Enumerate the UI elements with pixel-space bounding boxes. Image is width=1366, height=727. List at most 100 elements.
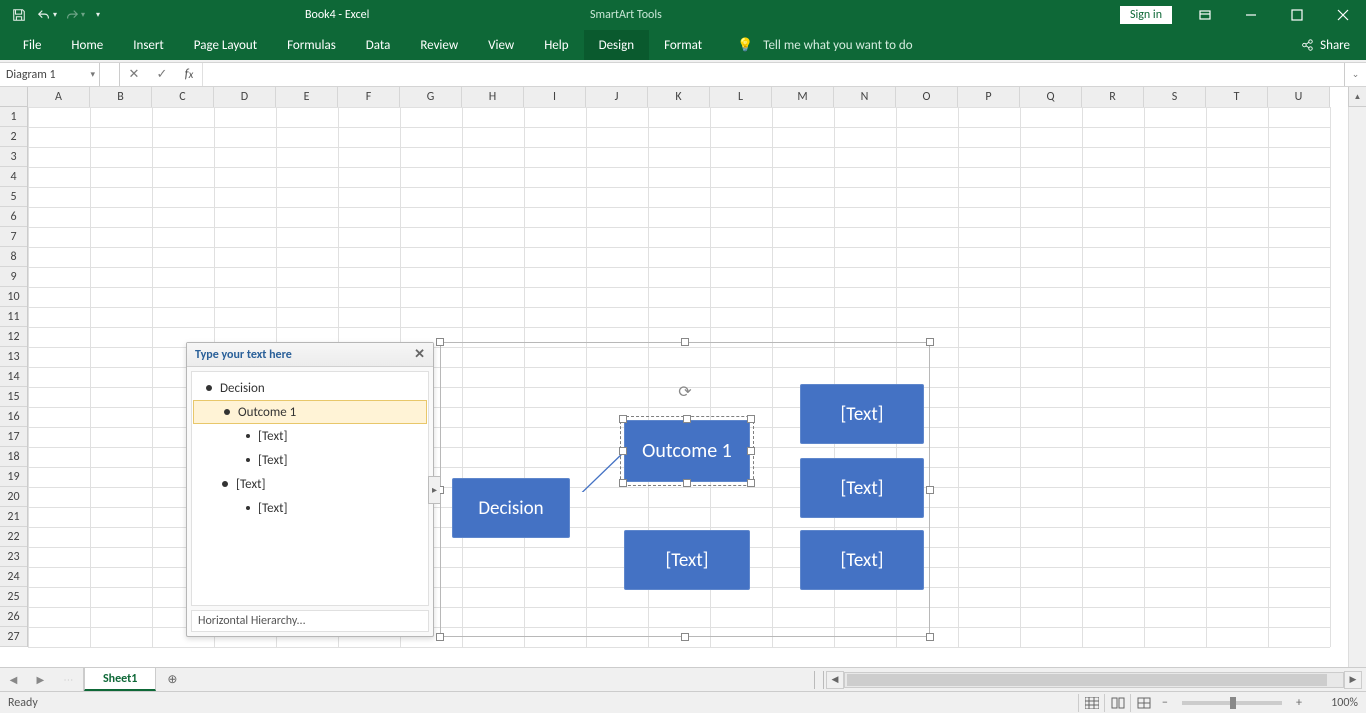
qat-customize-icon[interactable]: ▾ [90,2,106,28]
resize-handle[interactable] [436,633,444,641]
text-pane-item[interactable]: Decision [192,376,428,400]
undo-icon[interactable]: ▾ [34,2,60,28]
scroll-thumb[interactable] [847,674,1327,686]
column-header[interactable]: M [772,87,834,107]
row-header[interactable]: 10 [0,287,27,307]
text-pane-item[interactable]: Outcome 1 [193,400,427,424]
column-header[interactable]: G [400,87,462,107]
minimize-icon[interactable] [1228,0,1274,30]
close-icon[interactable] [1320,0,1366,30]
zoom-out-button[interactable]: − [1156,696,1174,710]
share-button[interactable]: Share [1300,30,1350,60]
text-pane-list[interactable]: DecisionOutcome 1[Text][Text][Text][Text… [191,371,429,606]
column-header[interactable]: A [28,87,90,107]
row-header[interactable]: 19 [0,467,27,487]
resize-handle[interactable] [926,486,934,494]
row-header[interactable]: 8 [0,247,27,267]
row-header[interactable]: 14 [0,367,27,387]
row-header[interactable]: 26 [0,607,27,627]
row-header[interactable]: 1 [0,107,27,127]
column-header[interactable]: R [1082,87,1144,107]
resize-handle[interactable] [681,633,689,641]
row-header[interactable]: 11 [0,307,27,327]
zoom-in-button[interactable]: + [1290,696,1308,710]
redo-icon[interactable]: ▾ [62,2,88,28]
resize-handle[interactable] [926,633,934,641]
new-sheet-button[interactable]: ⊕ [156,668,188,691]
text-pane-item[interactable]: [Text] [192,424,428,448]
row-header[interactable]: 5 [0,187,27,207]
scroll-right-icon[interactable]: ▶ [1344,671,1362,689]
column-header[interactable]: F [338,87,400,107]
row-header[interactable]: 6 [0,207,27,227]
node-handle[interactable] [747,415,755,423]
column-header[interactable]: S [1144,87,1206,107]
tab-data[interactable]: Data [351,30,406,60]
row-header[interactable]: 17 [0,427,27,447]
node-child-2[interactable]: [Text] [624,530,750,590]
tab-insert[interactable]: Insert [118,30,179,60]
tab-page-layout[interactable]: Page Layout [179,30,272,60]
node-outcome-1[interactable]: Outcome 1 [624,420,750,482]
column-header[interactable]: C [152,87,214,107]
vertical-scrollbar[interactable] [1348,107,1366,667]
column-header[interactable]: J [586,87,648,107]
column-header[interactable]: N [834,87,896,107]
node-handle[interactable] [747,447,755,455]
resize-handle[interactable] [926,338,934,346]
node-grandchild-3[interactable]: [Text] [800,530,924,590]
column-header[interactable]: L [710,87,772,107]
column-header[interactable]: P [958,87,1020,107]
node-handle[interactable] [683,415,691,423]
sheet-nav-buttons[interactable]: ◀▶⋯ [0,668,84,691]
row-header[interactable]: 13 [0,347,27,367]
tab-formulas[interactable]: Formulas [272,30,351,60]
text-pane-toggle-icon[interactable]: ▸ [428,476,440,504]
row-header[interactable]: 23 [0,547,27,567]
column-header[interactable]: I [524,87,586,107]
tab-help[interactable]: Help [529,30,583,60]
close-icon[interactable]: ✕ [414,347,425,362]
row-header[interactable]: 20 [0,487,27,507]
enter-formula-icon[interactable]: ✓ [148,67,176,82]
row-header[interactable]: 3 [0,147,27,167]
column-header[interactable]: D [214,87,276,107]
page-break-view-icon[interactable] [1130,694,1156,712]
row-header[interactable]: 22 [0,527,27,547]
column-header[interactable]: E [276,87,338,107]
formula-input[interactable] [203,63,1344,86]
node-handle[interactable] [619,415,627,423]
row-header[interactable]: 7 [0,227,27,247]
node-handle[interactable] [619,479,627,487]
horizontal-scrollbar[interactable] [844,672,1344,688]
sign-in-button[interactable]: Sign in [1120,6,1172,24]
node-grandchild-1[interactable]: [Text] [800,384,924,444]
row-header[interactable]: 27 [0,627,27,647]
rotate-handle-icon[interactable]: ⟳ [678,382,691,402]
column-header[interactable]: H [462,87,524,107]
node-handle[interactable] [619,447,627,455]
sheet-tab-sheet1[interactable]: Sheet1 [84,668,156,691]
row-header[interactable]: 25 [0,587,27,607]
row-header[interactable]: 2 [0,127,27,147]
node-grandchild-2[interactable]: [Text] [800,458,924,518]
ribbon-display-options-icon[interactable] [1182,0,1228,30]
scroll-left-icon[interactable]: ◀ [826,671,844,689]
text-pane-item[interactable]: [Text] [192,448,428,472]
smartart-canvas[interactable]: ▸ ⟳ Decision Outcome 1 [Text] [Text] [Te… [440,342,930,637]
column-scroll-indicator[interactable]: ▲ [1348,87,1366,107]
text-pane-item[interactable]: [Text] [192,496,428,520]
row-header[interactable]: 16 [0,407,27,427]
zoom-level[interactable]: 100% [1318,696,1358,710]
resize-handle[interactable] [436,338,444,346]
column-header[interactable]: U [1268,87,1330,107]
page-layout-view-icon[interactable] [1104,694,1130,712]
select-all-button[interactable] [0,87,28,107]
tab-file[interactable]: File [8,30,56,60]
row-header[interactable]: 21 [0,507,27,527]
fx-icon[interactable]: fx [176,67,202,82]
name-box-dropdown-icon[interactable]: ▾ [90,69,95,80]
column-header[interactable]: T [1206,87,1268,107]
text-pane-header[interactable]: Type your text here ✕ [187,343,433,367]
zoom-thumb[interactable] [1230,697,1236,709]
